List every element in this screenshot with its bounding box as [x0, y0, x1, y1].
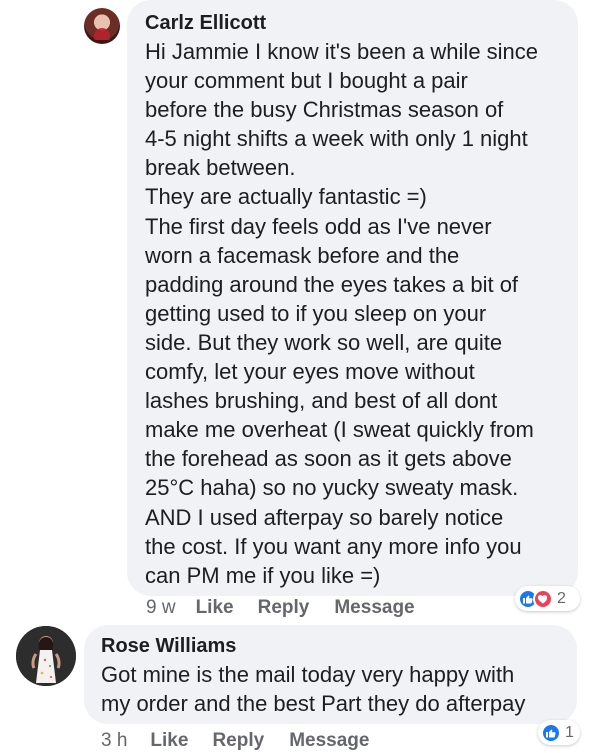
comment-line: your comment but I bought a pair: [145, 68, 468, 94]
comment-line: side. But they work so well, are quite: [145, 329, 503, 355]
reaction-summary[interactable]: 1: [538, 720, 580, 745]
commenter-avatar[interactable]: [16, 626, 76, 686]
comment-line: getting used to if you sleep on your: [145, 300, 487, 326]
reply-button[interactable]: Reply: [212, 729, 264, 753]
comment-line: the forehead as soon as it gets above: [145, 446, 512, 472]
reaction-count: 2: [557, 589, 566, 607]
comment-line: can PM me if you like =): [145, 562, 381, 588]
comment-text: Got mine is the mail today very happy wi…: [101, 660, 525, 718]
commenter-name[interactable]: Carlz Ellicott: [145, 11, 266, 35]
message-button[interactable]: Message: [334, 596, 414, 620]
comment-bubble: Carlz Ellicott Hi Jammie I know it's bee…: [127, 0, 578, 596]
heart-icon: [533, 588, 553, 609]
comment-line: Got mine is the mail today very happy wi…: [101, 662, 515, 687]
comment-bubble: Rose Williams Got mine is the mail today…: [84, 625, 577, 724]
comment-line: my order and the best Part they do after…: [101, 691, 526, 717]
comment-line: They are actually fantastic =): [145, 184, 427, 210]
comment-line: worn a facemask before and the: [145, 242, 460, 268]
comment-line: 4-5 night shifts a week with only 1 nigh…: [145, 126, 528, 152]
comment-text: Hi Jammie I know it's been a while since…: [145, 37, 538, 590]
commenter-name[interactable]: Rose Williams: [101, 634, 236, 658]
like-button[interactable]: Like: [196, 596, 234, 620]
comment-line: lashes brushing, and best of all dont: [145, 388, 498, 414]
comment-time[interactable]: 3 h: [101, 729, 127, 753]
message-button[interactable]: Message: [289, 729, 369, 753]
comment-time[interactable]: 9 w: [146, 596, 176, 620]
reaction-count: 1: [565, 723, 574, 741]
comment-line: the cost. If you want any more info you: [145, 533, 522, 559]
comment-line: before the busy Christmas season of: [145, 97, 504, 123]
comment-line: Hi Jammie I know it's been a while since: [145, 39, 539, 64]
comment-line: AND I used afterpay so barely notice: [145, 504, 504, 530]
comment-line: The first day feels odd as I've never: [145, 213, 492, 239]
thumbs-up-icon: [541, 722, 561, 743]
comment-line: make me overheat (I sweat quickly from: [145, 417, 534, 443]
comment-actions: 9 w Like Reply Message: [146, 596, 415, 620]
reply-button[interactable]: Reply: [258, 596, 310, 620]
like-button[interactable]: Like: [150, 729, 188, 753]
comment-line: padding around the eyes takes a bit of: [145, 271, 519, 297]
commenter-avatar[interactable]: [84, 8, 120, 44]
comment-line: 25°C haha) so no yucky sweaty mask.: [145, 475, 519, 501]
comment-line: break between.: [145, 155, 296, 181]
comment-line: comfy, let your eyes move without: [145, 359, 475, 385]
comment-actions: 3 h Like Reply Message: [101, 729, 369, 753]
reaction-summary[interactable]: 2: [515, 586, 580, 611]
